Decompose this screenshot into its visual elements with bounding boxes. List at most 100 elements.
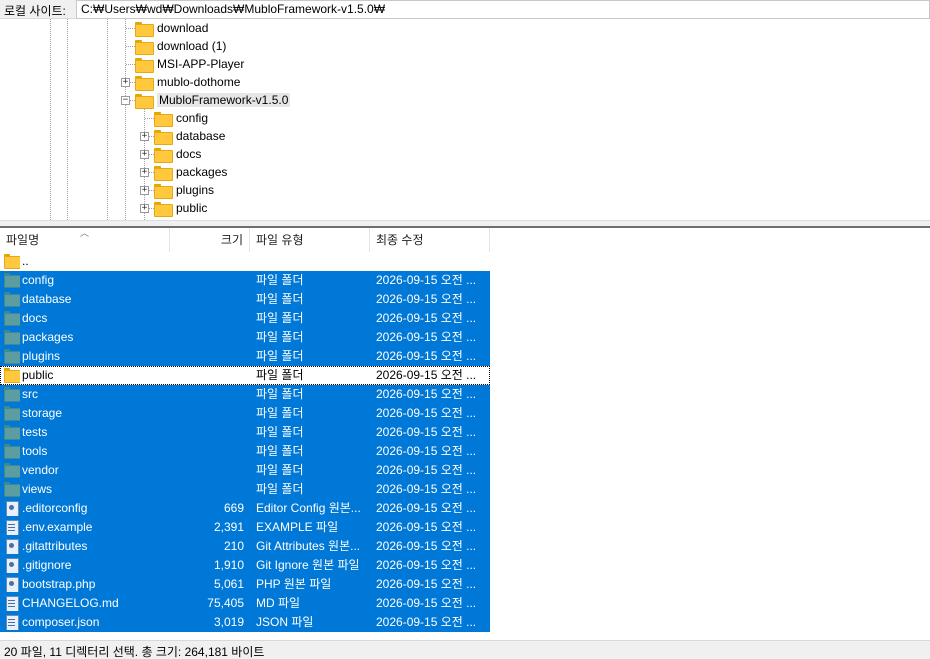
file-row[interactable]: views 파일 폴더 2026-09-15 오전 ... — [0, 480, 490, 499]
tree-item-mublo-dothome[interactable]: mublo-dothome — [135, 73, 240, 91]
column-label: 크기 — [220, 233, 243, 247]
file-row[interactable]: storage 파일 폴더 2026-09-15 오전 ... — [0, 404, 490, 423]
expand-database-icon[interactable]: + — [140, 132, 149, 141]
column-header-name[interactable]: 파일명 ︿ — [0, 228, 170, 252]
file-icon-cell — [4, 482, 20, 497]
folder-icon — [154, 147, 173, 163]
file-type: Editor Config 원본... — [256, 501, 361, 515]
tree-item-label: packages — [176, 165, 228, 179]
config-file-icon — [4, 558, 20, 573]
file-type: 파일 폴더 — [256, 463, 304, 477]
config-file-icon — [4, 501, 20, 516]
expand-plugins-icon[interactable]: + — [140, 186, 149, 195]
file-modified: 2026-09-15 오전 ... — [376, 349, 477, 363]
file-type: EXAMPLE 파일 — [256, 520, 339, 534]
file-size: 75,405 — [207, 596, 244, 610]
file-type: 파일 폴더 — [256, 387, 304, 401]
tree-item-docs[interactable]: docs — [154, 145, 201, 163]
file-row[interactable]: .gitignore 1,910 Git Ignore 원본 파일 2026-09-1… — [0, 556, 490, 575]
tree-item-mubloframework[interactable]: MubloFramework-v1.5.0 — [135, 91, 291, 109]
local-path-input[interactable]: C:₩Users₩wd₩Downloads₩MubloFramework-v1.… — [76, 0, 930, 19]
tree-item-label: download (1) — [157, 39, 227, 53]
tree-item-packages[interactable]: packages — [154, 163, 227, 181]
file-size — [170, 328, 244, 347]
file-name: .gitattributes — [22, 539, 88, 553]
file-modified: 2026-09-15 오전 ... — [376, 444, 477, 458]
file-icon-cell — [4, 254, 20, 269]
file-name: composer.json — [22, 615, 100, 629]
file-row[interactable]: plugins 파일 폴더 2026-09-15 오전 ... — [0, 347, 490, 366]
file-row[interactable]: public 파일 폴더 2026-09-15 오전 ... — [0, 366, 490, 385]
file-name: .editorconfig — [22, 501, 88, 515]
file-row[interactable]: tools 파일 폴더 2026-09-15 오전 ... — [0, 442, 490, 461]
tree-guide-line — [67, 19, 68, 220]
file-row[interactable]: database 파일 폴더 2026-09-15 오전 ... — [0, 290, 490, 309]
file-name: plugins — [22, 349, 61, 363]
file-row[interactable]: .gitattributes 210 Git Attributes 원본... 202… — [0, 537, 490, 556]
folder-open-icon — [135, 93, 154, 109]
file-type: PHP 원본 파일 — [256, 577, 332, 591]
file-modified: 2026-09-15 오전 ... — [376, 520, 477, 534]
folder-icon — [4, 387, 20, 402]
file-row[interactable]: vendor 파일 폴더 2026-09-15 오전 ... — [0, 461, 490, 480]
tree-item-label: download — [157, 21, 209, 35]
column-header-type[interactable]: 파일 유형 — [250, 228, 370, 252]
file-row[interactable]: config 파일 폴더 2026-09-15 오전 ... — [0, 271, 490, 290]
file-type: 파일 폴더 — [256, 482, 304, 496]
tree-item-download[interactable]: download — [135, 19, 208, 37]
column-label: 파일 유형 — [256, 233, 304, 247]
tree-item-plugins[interactable]: plugins — [154, 181, 214, 199]
column-header-size[interactable]: 크기 — [170, 228, 250, 252]
collapse-mubloframework-icon[interactable]: − — [121, 96, 130, 105]
file-name: src — [22, 387, 38, 401]
file-name: packages — [22, 330, 74, 344]
file-type: 파일 폴더 — [256, 425, 304, 439]
file-row[interactable]: tests 파일 폴더 2026-09-15 오전 ... — [0, 423, 490, 442]
tree-item-label: mublo-dothome — [157, 75, 241, 89]
file-size — [170, 366, 244, 385]
file-row[interactable]: composer.json 3,019 JSON 파일 2026-09-15 오전 .… — [0, 613, 490, 632]
expand-mublo-dothome-icon[interactable]: + — [121, 78, 130, 87]
file-type: 파일 폴더 — [256, 330, 304, 344]
file-modified: 2026-09-15 오전 ... — [376, 539, 477, 553]
file-icon-cell — [4, 615, 20, 630]
tree-item-config[interactable]: config — [154, 109, 208, 127]
file-row[interactable]: docs 파일 폴더 2026-09-15 오전 ... — [0, 309, 490, 328]
file-icon-cell — [4, 577, 20, 592]
tree-item-download-1[interactable]: download (1) — [135, 37, 226, 55]
file-name: bootstrap.php — [22, 577, 96, 591]
folder-icon — [154, 183, 173, 199]
pane-splitter[interactable] — [0, 220, 930, 228]
file-name: config — [22, 273, 55, 287]
file-name: storage — [22, 406, 63, 420]
folder-icon — [135, 21, 154, 37]
file-row[interactable]: packages 파일 폴더 2026-09-15 오전 ... — [0, 328, 490, 347]
file-modified: 2026-09-15 오전 ... — [376, 273, 477, 287]
file-list-header: 파일명 ︿ 크기 파일 유형 최종 수정 — [0, 228, 930, 252]
column-header-modified[interactable]: 최종 수정 — [370, 228, 490, 252]
tree-item-msi-app-player[interactable]: MSI-APP-Player — [135, 55, 244, 73]
file-row[interactable]: src 파일 폴더 2026-09-15 오전 ... — [0, 385, 490, 404]
file-row[interactable]: bootstrap.php 5,061 PHP 원본 파일 2026-09-15 오전… — [0, 575, 490, 594]
file-size — [170, 442, 244, 461]
file-name: .. — [22, 254, 29, 268]
expand-packages-icon[interactable]: + — [140, 168, 149, 177]
file-modified: 2026-09-15 오전 ... — [376, 311, 477, 325]
file-row[interactable]: .env.example 2,391 EXAMPLE 파일 2026-09-15 오전… — [0, 518, 490, 537]
tree-item-public[interactable]: public — [154, 199, 207, 217]
expand-public-icon[interactable]: + — [140, 204, 149, 213]
file-name: .gitignore — [22, 558, 72, 572]
folder-icon — [4, 292, 20, 307]
file-row[interactable]: CHANGELOG.md 75,405 MD 파일 2026-09-15 오전 ... — [0, 594, 490, 613]
file-row[interactable]: .. — [0, 252, 490, 271]
text-file-icon — [4, 615, 20, 630]
expand-docs-icon[interactable]: + — [140, 150, 149, 159]
file-icon-cell — [4, 406, 20, 421]
tree-item-database[interactable]: database — [154, 127, 225, 145]
file-icon-cell — [4, 425, 20, 440]
tree-item-label: database — [176, 129, 226, 143]
file-row[interactable]: .editorconfig 669 Editor Config 원본... 2026-… — [0, 499, 490, 518]
tree-item-label: public — [176, 201, 208, 215]
file-icon-cell — [4, 292, 20, 307]
file-size — [170, 347, 244, 366]
